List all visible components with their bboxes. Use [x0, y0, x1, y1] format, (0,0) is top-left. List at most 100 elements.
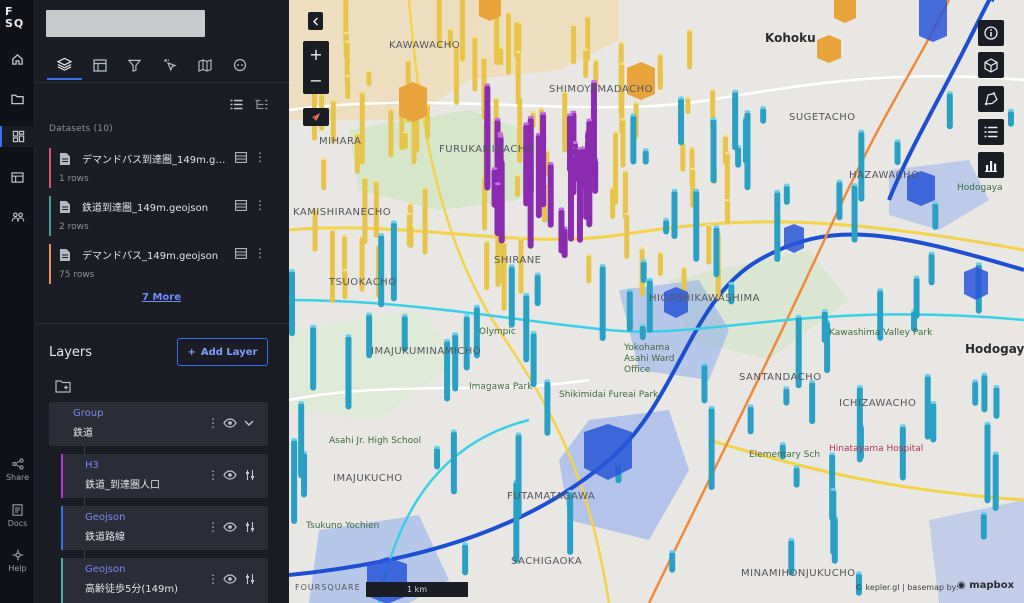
column-top — [640, 259, 647, 263]
column-bar — [928, 252, 935, 286]
help-button[interactable]: Help — [0, 549, 35, 573]
column-bar — [514, 175, 520, 198]
dataset-menu-icon[interactable]: ⋮ — [254, 246, 266, 260]
layer-menu-icon[interactable]: ⋮ — [206, 572, 220, 586]
collapse-panel-button[interactable] — [308, 12, 323, 30]
column-top — [434, 445, 441, 449]
layer-settings-icon[interactable] — [244, 468, 256, 482]
layer-menu-icon[interactable]: ⋮ — [206, 520, 220, 534]
column-top — [452, 332, 459, 336]
draw-icon[interactable] — [978, 86, 1004, 112]
column-bar — [506, 12, 512, 76]
layers-icon[interactable] — [0, 126, 35, 147]
eye-icon[interactable] — [223, 520, 237, 534]
column-bar — [984, 423, 991, 504]
scale-bar: 1 km — [366, 582, 468, 597]
column-top — [689, 146, 695, 149]
panels-tab-icon[interactable] — [82, 50, 117, 80]
chevron-down-icon[interactable] — [243, 416, 255, 430]
column-top — [491, 167, 498, 171]
chart-icon[interactable] — [978, 152, 1004, 178]
folder-icon[interactable] — [7, 88, 28, 109]
show-data-table-icon[interactable] — [235, 200, 247, 211]
column-top — [342, 268, 348, 272]
column-top — [724, 151, 730, 155]
dataset-item[interactable]: デマンドバス_149m.geojson 75 rows ⋮ — [49, 244, 269, 284]
dataset-menu-icon[interactable]: ⋮ — [254, 150, 266, 164]
column-bar — [544, 380, 551, 436]
home-icon[interactable] — [7, 49, 28, 70]
layer-card[interactable]: Geojson 高齢徒歩5分(149m) ⋮ — [61, 558, 268, 603]
column-top — [747, 404, 754, 408]
map-attribution[interactable]: © kepler.gl | basemap by: — [855, 583, 959, 592]
dataset-item[interactable]: 鉄道到達圏_149m.geojson 2 rows ⋮ — [49, 196, 269, 236]
eye-icon[interactable] — [223, 572, 237, 586]
column-top — [345, 74, 351, 78]
docs-button[interactable]: Docs — [0, 504, 35, 528]
people-icon[interactable] — [7, 206, 28, 227]
mapbox-logo[interactable]: ◉ mapbox — [957, 580, 1014, 591]
column-bar — [558, 208, 565, 254]
eye-icon[interactable] — [223, 416, 237, 430]
add-layer-button[interactable]: + Add Layer — [177, 338, 268, 366]
map-canvas[interactable]: Kohoku Hodogay KAWAWACHO SHIMOYAMADACHO … — [289, 0, 1024, 603]
layer-menu-icon[interactable]: ⋮ — [206, 468, 220, 482]
column-bar — [626, 290, 633, 332]
layer-type: H3 — [85, 460, 99, 471]
more-datasets-link[interactable]: 7 More — [142, 292, 181, 303]
column-top — [830, 488, 837, 492]
show-data-table-icon[interactable] — [235, 152, 247, 163]
eye-icon[interactable] — [223, 468, 237, 482]
layer-settings-icon[interactable] — [244, 520, 256, 534]
filter-tab-icon[interactable] — [117, 50, 152, 80]
layer-menu-icon[interactable]: ⋮ — [206, 416, 220, 430]
compass-button[interactable] — [303, 108, 329, 126]
column-top — [930, 401, 937, 405]
column-bar — [993, 386, 1000, 419]
column-top — [362, 176, 368, 180]
legend-icon[interactable] — [978, 119, 1004, 145]
layer-group-card[interactable]: Group 鉄道 ⋮ — [49, 402, 268, 446]
interactions-tab-icon[interactable] — [152, 50, 187, 80]
column-bar — [657, 54, 663, 90]
show-data-table-icon[interactable] — [235, 248, 247, 259]
tree-view-icon[interactable] — [253, 96, 269, 112]
layer-card[interactable]: H3 鉄道_到達圏人口 ⋮ — [61, 454, 268, 498]
dataset-item[interactable]: デマンドバス到達圏_149m.ge... 1 rows ⋮ — [49, 148, 269, 188]
column-bar — [484, 84, 491, 191]
column-bar — [680, 142, 686, 172]
layer-color-bar — [61, 558, 63, 603]
map-label: SACHIGAOKA — [511, 556, 583, 567]
add-group-folder-icon[interactable] — [55, 379, 71, 393]
column-top — [407, 202, 413, 205]
column-bar — [894, 140, 901, 166]
layer-settings-icon[interactable] — [244, 572, 256, 586]
column-bar — [345, 75, 351, 99]
column-top — [687, 28, 693, 32]
zoom-in-button[interactable]: + — [303, 41, 329, 67]
column-top — [795, 314, 802, 318]
layer-card[interactable]: Geojson 鉄道路線 ⋮ — [61, 506, 268, 550]
column-top — [515, 432, 522, 436]
list-view-icon[interactable] — [228, 96, 244, 112]
layers-tab-icon[interactable] — [47, 50, 82, 80]
zoom-out-button[interactable]: − — [303, 67, 329, 93]
share-button[interactable]: Share — [0, 458, 35, 482]
basemap-tab-icon[interactable] — [187, 50, 222, 80]
map-label: Olympic — [479, 327, 516, 337]
panel-tabs — [47, 50, 277, 82]
column-bar — [793, 466, 800, 488]
column-top — [783, 183, 790, 187]
map-title-input[interactable] — [46, 10, 205, 37]
column-bar — [713, 226, 720, 278]
info-icon[interactable] — [978, 20, 1004, 46]
cube-icon[interactable] — [978, 52, 1004, 78]
table-icon[interactable] — [7, 167, 28, 188]
app-rail: F SQ Share Docs Help — [0, 0, 35, 603]
ai-tab-icon[interactable] — [222, 50, 257, 80]
column-bar — [366, 71, 372, 87]
column-top — [593, 58, 599, 62]
dataset-menu-icon[interactable]: ⋮ — [254, 198, 266, 212]
app-logo[interactable]: F SQ — [5, 6, 31, 30]
dataset-rows: 75 rows — [59, 270, 95, 280]
